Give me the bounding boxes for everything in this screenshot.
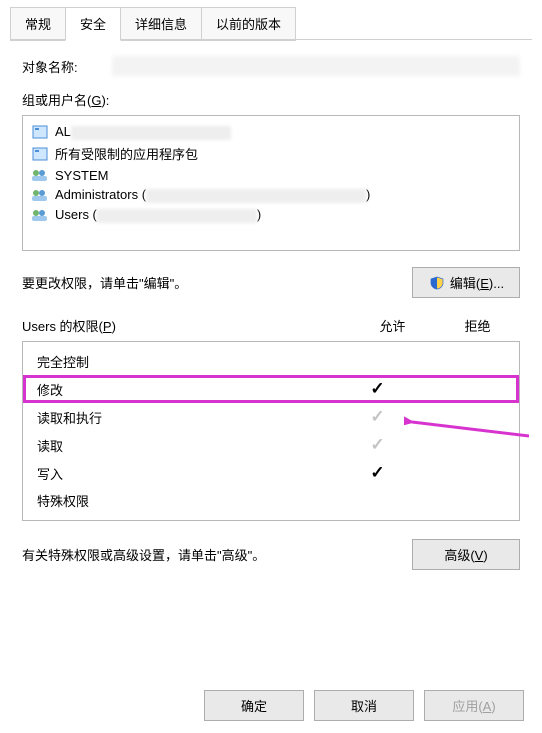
dialog-buttons: 确定 取消 应用(A) — [204, 690, 524, 721]
allow-check: ✓ — [335, 463, 420, 483]
list-item[interactable]: Administrators () — [29, 185, 513, 205]
permission-row: 特殊权限 — [23, 487, 519, 514]
tab-general[interactable]: 常规 — [10, 7, 66, 41]
permission-row: 读取和执行✓ — [23, 403, 519, 431]
allow-check: ✓ — [335, 407, 420, 427]
advanced-hint: 有关特殊权限或高级设置，请单击"高级"。 — [22, 545, 265, 564]
shield-icon — [428, 275, 446, 291]
edit-row: 要更改权限，请单击"编辑"。 编辑(E)... — [22, 267, 520, 298]
list-item[interactable]: SYSTEM — [29, 165, 513, 185]
edit-button[interactable]: 编辑(E)... — [412, 267, 520, 298]
advanced-button[interactable]: 高级(V) — [412, 539, 520, 570]
permission-name: 写入 — [37, 464, 335, 483]
tab-previous-label: 以前的版本 — [216, 17, 281, 32]
list-item[interactable]: Users () — [29, 205, 513, 225]
permission-name: 完全控制 — [37, 352, 335, 371]
edit-hint: 要更改权限，请单击"编辑"。 — [22, 273, 187, 292]
apply-button[interactable]: 应用(A) — [424, 690, 524, 721]
permission-row: 写入✓ — [23, 459, 519, 487]
list-item-label: Users () — [55, 207, 261, 223]
deny-column-header: 拒绝 — [435, 316, 520, 335]
tab-previous[interactable]: 以前的版本 — [201, 7, 296, 41]
list-item-label: 所有受限制的应用程序包 — [55, 144, 198, 163]
permissions-listbox: 完全控制修改✓读取和执行✓读取✓写入✓特殊权限 — [22, 341, 520, 521]
ok-button[interactable]: 确定 — [204, 690, 304, 721]
security-panel: 对象名称: 组或用户名(G): AL 所有受限制的应用程序包 SYSTEM — [0, 40, 542, 588]
list-item[interactable]: AL — [29, 122, 513, 142]
object-name-label: 对象名称: — [22, 57, 112, 76]
object-name-value — [112, 56, 520, 76]
cancel-button[interactable]: 取消 — [314, 690, 414, 721]
permission-name: 读取和执行 — [37, 408, 335, 427]
principals-listbox[interactable]: AL 所有受限制的应用程序包 SYSTEM Administrators () … — [22, 115, 520, 251]
users-icon — [31, 187, 49, 203]
object-name-row: 对象名称: — [22, 56, 520, 76]
permission-row: 完全控制 — [23, 348, 519, 375]
tab-details-label: 详细信息 — [135, 17, 187, 32]
tab-details[interactable]: 详细信息 — [120, 7, 202, 41]
permission-row: 修改✓ — [23, 375, 519, 403]
allow-column-header: 允许 — [350, 316, 435, 335]
allow-check: ✓ — [335, 379, 420, 399]
list-item-label: SYSTEM — [55, 168, 108, 183]
permission-row: 读取✓ — [23, 431, 519, 459]
permissions-for-label: Users 的权限(P) — [22, 316, 350, 335]
group-users-label: 组或用户名(G): — [22, 90, 520, 109]
allow-check: ✓ — [335, 435, 420, 455]
users-icon — [31, 167, 49, 183]
permission-name: 特殊权限 — [37, 491, 335, 510]
tab-security[interactable]: 安全 — [65, 7, 121, 41]
advanced-row: 有关特殊权限或高级设置，请单击"高级"。 高级(V) — [22, 539, 520, 570]
list-item-label: AL — [55, 124, 231, 140]
permission-name: 读取 — [37, 436, 335, 455]
list-item[interactable]: 所有受限制的应用程序包 — [29, 142, 513, 165]
package-icon — [31, 146, 49, 162]
permission-name: 修改 — [37, 380, 335, 399]
tab-general-label: 常规 — [25, 17, 51, 32]
users-icon — [31, 207, 49, 223]
package-icon — [31, 124, 49, 140]
permissions-header: Users 的权限(P) 允许 拒绝 — [22, 316, 520, 335]
tab-security-label: 安全 — [80, 17, 106, 32]
tab-bar: 常规 安全 详细信息 以前的版本 — [0, 0, 542, 40]
list-item-label: Administrators () — [55, 187, 370, 203]
